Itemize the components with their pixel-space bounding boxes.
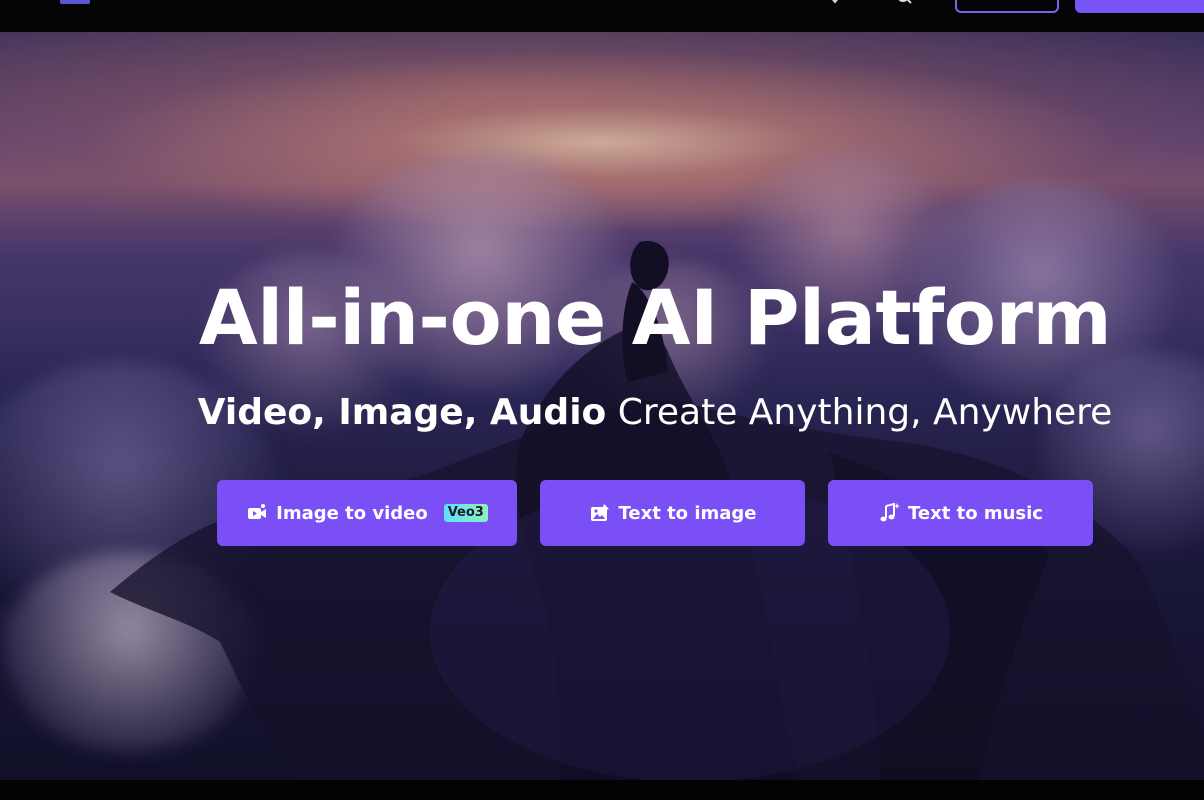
top-navigation-bar [0, 0, 1204, 32]
hero-title: All-in-one AI Platform [198, 273, 1112, 362]
logo-icon[interactable] [60, 0, 90, 4]
music-note-icon [880, 502, 901, 522]
page: All-in-one AI Platform Video, Image, Aud… [0, 0, 1204, 800]
signup-button[interactable] [1075, 0, 1204, 13]
video-camera-icon [248, 504, 267, 519]
bottom-bar [0, 780, 1204, 800]
subtitle-light: Create Anything, Anywhere [617, 392, 1113, 433]
search-icon[interactable] [898, 0, 912, 6]
image-edit-icon [590, 504, 609, 521]
cta-label: Image to video [276, 502, 428, 524]
cta-label: Text to image [618, 502, 757, 524]
nav-dropdown-icon[interactable] [828, 0, 842, 6]
hero-section: All-in-one AI Platform Video, Image, Aud… [0, 32, 1204, 780]
text-to-image-button[interactable]: Text to image [540, 480, 805, 546]
hero-subtitle: Video, Image, Audio Create Anything, Any… [0, 388, 1204, 438]
veo3-badge: Veo3 [443, 504, 488, 522]
subtitle-strong: Video, Image, Audio [197, 392, 607, 433]
image-to-video-button[interactable]: Image to video Veo3 [217, 480, 517, 546]
cta-label: Text to music [908, 502, 1043, 524]
text-to-music-button[interactable]: Text to music [828, 480, 1093, 546]
login-button[interactable] [955, 0, 1059, 13]
